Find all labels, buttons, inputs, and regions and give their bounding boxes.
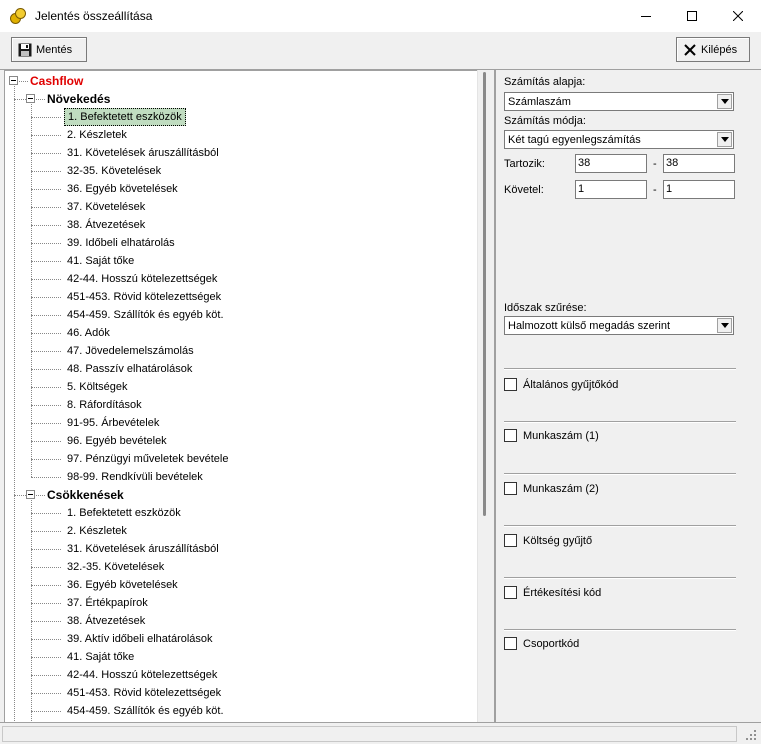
tree-item[interactable]: 46. Adók (64, 324, 113, 342)
tree-item[interactable]: 32.-35. Követelések (64, 558, 167, 576)
maximize-icon (687, 11, 697, 21)
tree-item[interactable]: 39. Időbeli elhatárolás (64, 234, 178, 252)
tree-item[interactable]: 454-459. Szállítók és egyéb köt. (64, 306, 227, 324)
tree-item[interactable]: 37. Követelések (64, 198, 148, 216)
checkbox-cost-collector[interactable]: Költség gyűjtő (504, 534, 592, 547)
tree-item[interactable]: 31. Követelések áruszállításból (64, 144, 222, 162)
tree-item[interactable]: 32-35. Követelések (64, 162, 164, 180)
debit-to-input[interactable]: 38 (663, 154, 735, 173)
scrollbar-thumb[interactable] (483, 72, 486, 516)
tree-item[interactable]: 96. Egyéb bevételek (64, 432, 170, 450)
tree-group[interactable]: Csökkenések (47, 486, 124, 504)
tree-item[interactable]: 36. Egyéb követelések (64, 180, 181, 198)
calc-mode-select[interactable]: Két tagú egyenlegszámítás (504, 130, 734, 149)
tree-item[interactable]: 451-453. Rövid kötelezettségek (64, 288, 224, 306)
separator (504, 629, 736, 631)
close-icon (733, 11, 743, 21)
credit-to-input[interactable]: 1 (663, 180, 735, 199)
calc-base-label: Számítás alapja: (504, 76, 586, 88)
resize-grip-icon[interactable] (745, 729, 757, 741)
tree-item[interactable]: 5. Költségek (64, 378, 131, 396)
credit-label: Követel: (504, 184, 544, 196)
tree-item[interactable]: 41. Saját tőke (64, 648, 137, 666)
chevron-down-icon (717, 132, 732, 147)
title-bar: Jelentés összeállítása (0, 0, 761, 32)
minimize-button[interactable] (623, 0, 669, 32)
tree-item[interactable]: 48. Passzív elhatárolások (64, 360, 195, 378)
floppy-disk-icon (18, 43, 32, 57)
tree-expander[interactable] (26, 490, 35, 499)
chevron-down-icon (717, 318, 732, 333)
period-label: Időszak szűrése: (504, 302, 587, 314)
tree-item[interactable]: 1. Befektetett eszközök (64, 108, 186, 126)
window-title: Jelentés összeállítása (35, 9, 153, 23)
separator (504, 473, 736, 475)
tree-expander[interactable] (26, 94, 35, 103)
tree-item[interactable]: 98-99. Rendkívüli bevételek (64, 468, 206, 486)
x-icon (683, 43, 697, 57)
coins-icon (9, 7, 27, 25)
checkbox-job-number-2[interactable]: Munkaszám (2) (504, 482, 599, 495)
tree-item[interactable]: 31. Követelések áruszállításból (64, 540, 222, 558)
tree-item[interactable]: 41. Saját tőke (64, 252, 137, 270)
debit-label: Tartozik: (504, 158, 545, 170)
checkbox-sales-code[interactable]: Értékesítési kód (504, 586, 601, 599)
checkbox-general-code[interactable]: Általános gyűjtőkód (504, 378, 618, 391)
status-panel (2, 726, 737, 742)
separator (504, 525, 736, 527)
credit-from-input[interactable]: 1 (575, 180, 647, 199)
tree-group[interactable]: Növekedés (47, 90, 110, 108)
category-tree[interactable]: Cashflow Növekedés 1. Befektetett eszközö… (4, 70, 477, 722)
exit-button-label: Kilépés (701, 43, 738, 56)
separator (504, 368, 736, 370)
period-value: Halmozott külső megadás szerint (508, 319, 671, 332)
tree-item[interactable]: 8. Ráfordítások (64, 396, 145, 414)
tree-item[interactable]: 47. Jövedelemelszámolás (64, 342, 197, 360)
tree-item[interactable]: 451-453. Rövid kötelezettségek (64, 684, 224, 702)
exit-button[interactable]: Kilépés (676, 37, 750, 62)
debit-dash: - (653, 158, 657, 170)
tree-item[interactable]: 91-95. Árbevételek (64, 414, 162, 432)
tree-item[interactable]: 454-459. Szállítók és egyéb köt. (64, 702, 227, 720)
tree-item[interactable]: 42-44. Hosszú kötelezettségek (64, 270, 220, 288)
tree-item[interactable]: 39. Aktív időbeli elhatárolások (64, 630, 216, 648)
calc-mode-label: Számítás módja: (504, 115, 586, 127)
checkbox-group-code[interactable]: Csoportkód (504, 637, 579, 650)
calc-base-value: Számlaszám (508, 95, 571, 108)
calc-base-select[interactable]: Számlaszám (504, 92, 734, 111)
save-button[interactable]: Mentés (11, 37, 87, 62)
minimize-icon (641, 16, 651, 17)
credit-dash: - (653, 184, 657, 196)
tree-item[interactable]: 42-44. Hosszú kötelezettségek (64, 666, 220, 684)
tree-item[interactable]: 2. Készletek (64, 126, 130, 144)
separator (504, 421, 736, 423)
maximize-button[interactable] (669, 0, 715, 32)
tree-item[interactable]: 97. Pénzügyi műveletek bevétele (64, 450, 231, 468)
tree-scrollbar[interactable] (477, 70, 494, 722)
tree-expander[interactable] (9, 76, 18, 85)
chevron-down-icon (717, 94, 732, 109)
tree-item[interactable]: 38. Átvezetések (64, 612, 148, 630)
calc-mode-value: Két tagú egyenlegszámítás (508, 133, 641, 146)
tree-item[interactable]: 2. Készletek (64, 522, 130, 540)
debit-from-input[interactable]: 38 (575, 154, 647, 173)
close-button[interactable] (715, 0, 761, 32)
checkbox-job-number-1[interactable]: Munkaszám (1) (504, 429, 599, 442)
status-bar (0, 722, 761, 744)
tree-item[interactable]: 1. Befektetett eszközök (64, 504, 184, 522)
period-select[interactable]: Halmozott külső megadás szerint (504, 316, 734, 335)
tree-root-cashflow[interactable]: Cashflow (30, 72, 83, 90)
tree-item[interactable]: 38. Átvezetések (64, 216, 148, 234)
settings-panel: Számítás alapja: Számlaszám Számítás mód… (496, 70, 761, 722)
tree-item[interactable]: 36. Egyéb követelések (64, 576, 181, 594)
separator (504, 577, 736, 579)
tree-item[interactable]: 37. Értékpapírok (64, 594, 151, 612)
save-button-label: Mentés (36, 43, 73, 56)
toolbar: Mentés Kilépés (0, 32, 761, 70)
